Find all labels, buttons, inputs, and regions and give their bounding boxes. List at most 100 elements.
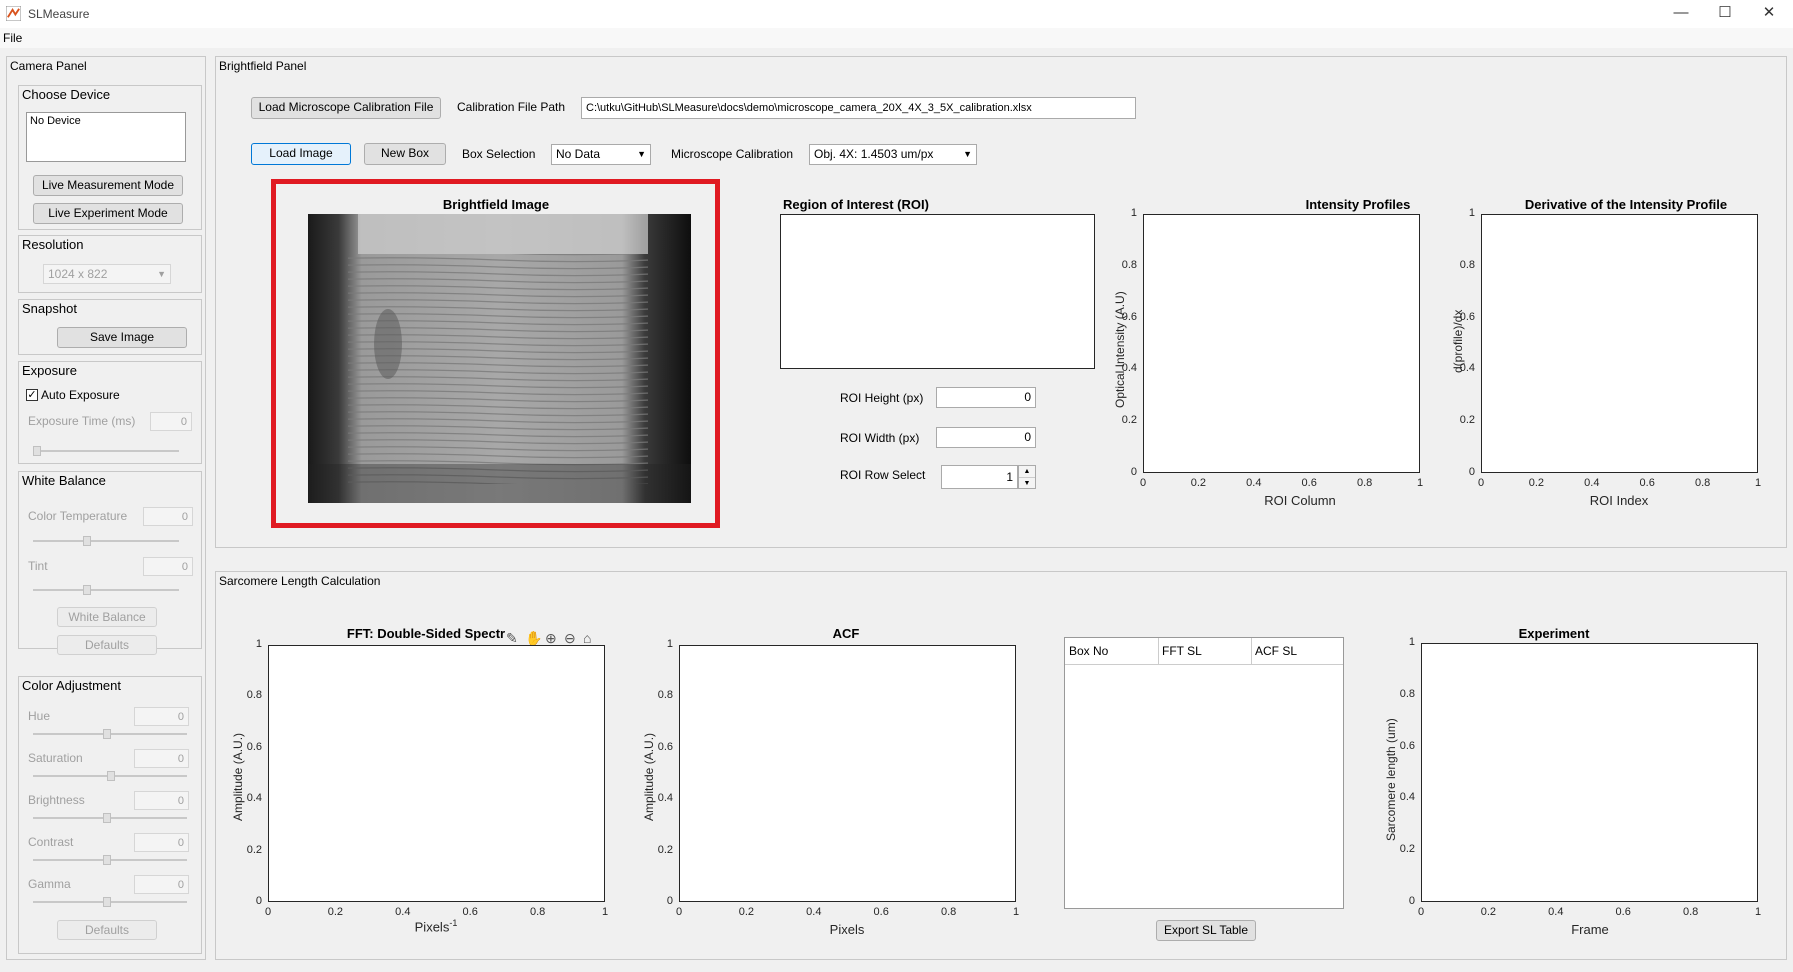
matlab-icon (6, 6, 21, 21)
maximize-button[interactable]: ☐ (1702, 0, 1748, 28)
intensity-title: Intensity Profiles (1305, 197, 1411, 212)
brightness-slider-thumb[interactable] (103, 813, 111, 823)
tick-label: 0.2 (1190, 477, 1207, 489)
spinner-up-icon[interactable]: ▲ (1019, 466, 1035, 478)
tick-label: 0 (1477, 477, 1485, 489)
load-image-button[interactable]: Load Image (251, 143, 351, 165)
color-temperature-slider-thumb[interactable] (83, 536, 91, 546)
gamma-label: Gamma (28, 877, 71, 891)
microscope-calibration-dropdown[interactable]: Obj. 4X: 1.4503 um/px ▼ (809, 144, 977, 165)
box-selection-dropdown[interactable]: No Data ▼ (551, 144, 651, 165)
tick-label: 0 (1408, 895, 1415, 907)
save-image-button[interactable]: Save Image (57, 327, 187, 348)
table-header-cell[interactable]: ACF SL (1251, 638, 1343, 664)
tint-label: Tint (28, 559, 48, 573)
spinner-down-icon[interactable]: ▼ (1019, 478, 1035, 489)
saturation-slider-thumb[interactable] (107, 771, 115, 781)
color-temperature-field[interactable]: 0 (143, 507, 193, 526)
sl-table-header: Box No FFT SL ACF SL (1065, 638, 1343, 665)
tick-label: 0.8 (529, 906, 546, 918)
tick-label: 0 (666, 895, 673, 907)
gamma-slider-thumb[interactable] (103, 897, 111, 907)
live-measurement-button[interactable]: Live Measurement Mode (33, 175, 183, 196)
tick-label: 0.4 (395, 906, 411, 918)
hue-slider-thumb[interactable] (103, 729, 111, 739)
contrast-field[interactable]: 0 (134, 833, 189, 852)
roi-row-spinner[interactable]: ▲ ▼ (1018, 465, 1036, 489)
tint-slider-thumb[interactable] (83, 585, 91, 595)
resolution-dropdown[interactable]: 1024 x 822 ▼ (43, 264, 171, 284)
roi-title: Region of Interest (ROI) (783, 197, 929, 212)
minimize-button[interactable]: — (1658, 0, 1704, 28)
acf-axes[interactable] (679, 645, 1016, 902)
tint-field[interactable]: 0 (143, 557, 193, 576)
calibration-path-field[interactable]: C:\utku\GitHub\SLMeasure\docs\demo\micro… (581, 97, 1136, 119)
exposure-slider-thumb[interactable] (33, 446, 41, 456)
brightfield-image-title: Brightfield Image (442, 197, 550, 212)
roi-row-field[interactable]: 1 (941, 465, 1018, 489)
tick-label: 0.2 (1121, 414, 1137, 427)
home-icon[interactable]: ⌂ (583, 630, 591, 646)
white-balance-button[interactable]: White Balance (57, 607, 157, 627)
fft-axes[interactable] (268, 645, 605, 902)
derivative-ylabel: d(profile)/dx (1451, 309, 1465, 373)
tick-label: 0.2 (738, 906, 755, 918)
exposure-slider[interactable] (33, 450, 179, 452)
tick-label: 0.6 (1301, 477, 1317, 489)
tick-label: 0.8 (1121, 258, 1137, 271)
hue-field[interactable]: 0 (134, 707, 189, 726)
resolution-title: Resolution (22, 237, 84, 252)
roi-axes[interactable] (780, 214, 1095, 369)
tint-slider[interactable] (33, 589, 179, 591)
experiment-axes[interactable] (1421, 643, 1758, 902)
saturation-field[interactable]: 0 (134, 749, 189, 768)
load-calibration-button[interactable]: Load Microscope Calibration File (251, 97, 441, 119)
device-list-item[interactable]: No Device (30, 115, 81, 127)
gamma-field[interactable]: 0 (134, 875, 189, 894)
tick-label: 0.6 (462, 906, 478, 918)
contrast-slider-thumb[interactable] (103, 855, 111, 865)
window-title: SLMeasure (28, 7, 90, 21)
brightness-field[interactable]: 0 (134, 791, 189, 810)
roi-width-field[interactable]: 0 (936, 427, 1036, 448)
fft-ylabel: Amplitude (A.U.) (231, 732, 245, 821)
experiment-title: Experiment (1518, 626, 1590, 641)
menu-file[interactable]: File (3, 31, 22, 45)
tick-label: 1 (1012, 906, 1020, 918)
new-box-button[interactable]: New Box (364, 143, 446, 165)
exposure-time-field[interactable]: 0 (150, 412, 192, 431)
tick-label: 0.2 (1480, 906, 1497, 918)
color-adjustment-title: Color Adjustment (22, 678, 121, 693)
roi-height-field[interactable]: 0 (936, 387, 1036, 408)
tick-label: 0.8 (1399, 687, 1415, 700)
contrast-label: Contrast (28, 835, 74, 849)
export-sl-table-button[interactable]: Export SL Table (1156, 920, 1256, 941)
table-header-acf-sl: ACF SL (1255, 644, 1298, 658)
derivative-axes[interactable] (1481, 214, 1758, 473)
tick-label: 1 (1468, 207, 1475, 219)
tick-label: 0.6 (1399, 739, 1415, 752)
color-temperature-slider[interactable] (33, 540, 179, 542)
tick-label: 0.8 (1682, 906, 1699, 918)
resolution-panel: Resolution 1024 x 822 ▼ (18, 235, 202, 293)
auto-exposure-checkbox[interactable]: ✓ (26, 389, 38, 401)
chevron-down-icon: ▼ (637, 149, 646, 159)
live-experiment-button[interactable]: Live Experiment Mode (33, 203, 183, 224)
tick-label: 0.4 (1399, 791, 1415, 804)
brightfield-panel-title: Brightfield Panel (219, 59, 307, 73)
exposure-panel: Exposure ✓ Auto Exposure Exposure Time (… (18, 361, 202, 464)
intensity-axes[interactable] (1143, 214, 1420, 473)
color-adjustment-defaults-button[interactable]: Defaults (57, 920, 157, 940)
tick-label: 0.8 (657, 689, 673, 702)
table-header-cell[interactable]: Box No (1065, 638, 1159, 664)
brightfield-image[interactable] (308, 214, 691, 503)
white-balance-defaults-button[interactable]: Defaults (57, 635, 157, 655)
white-balance-panel: White Balance Color Temperature 0 Tint 0… (18, 471, 202, 655)
device-list[interactable]: No Device (26, 112, 186, 162)
close-button[interactable]: ✕ (1746, 0, 1792, 28)
table-header-cell[interactable]: FFT SL (1158, 638, 1252, 664)
camera-panel: Camera Panel Choose Device No Device Liv… (6, 56, 206, 960)
brightness-label: Brightness (28, 793, 85, 807)
sl-table[interactable]: Box No FFT SL ACF SL (1064, 637, 1344, 909)
resolution-value: 1024 x 822 (48, 267, 108, 281)
